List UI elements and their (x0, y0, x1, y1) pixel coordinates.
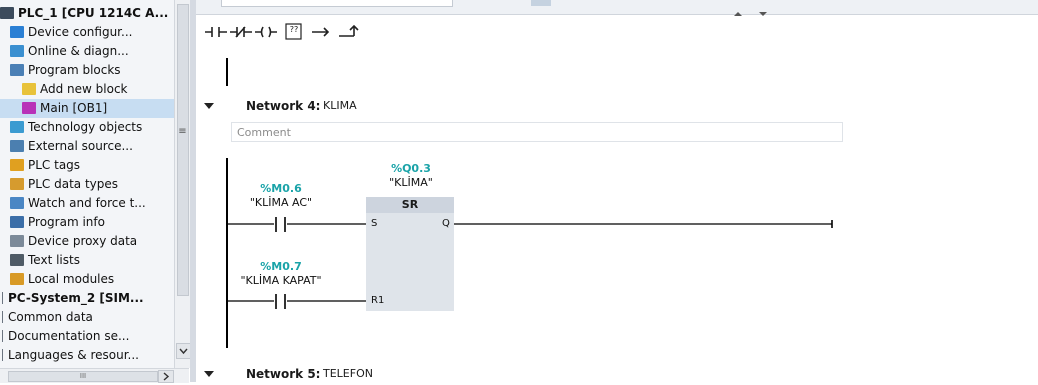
tree-item-label: Documentation se... (8, 329, 130, 343)
tree-item-label: Text lists (28, 253, 80, 267)
project-tree: PLC_1 [CPU 1214C A... Device configur... O… (0, 0, 175, 382)
tree-hscroll-thumb[interactable]: III (8, 371, 158, 382)
tree-item[interactable]: Documentation se... (0, 327, 174, 346)
tree-item-label: Languages & resour... (8, 348, 139, 362)
tree-item[interactable]: Program blocks (0, 61, 174, 80)
tree-item[interactable]: Text lists (0, 251, 174, 270)
device-proxy-icon (10, 234, 24, 247)
tree-item-label: Watch and force t... (28, 196, 146, 210)
tree-item-label: Program blocks (28, 63, 121, 77)
plc-station-icon (0, 6, 14, 19)
ladder-diagram (226, 58, 833, 348)
sr-pin-q: Q (442, 218, 450, 229)
tree-scroll-thumb[interactable] (177, 4, 189, 296)
tree-item-label: Online & diagn... (28, 44, 129, 58)
program-info-icon (10, 215, 24, 228)
tree-item-label: PC-System_2 [SIM... (8, 291, 144, 305)
program-blocks-folder-icon (10, 63, 24, 76)
collapse-arrow-icon[interactable] (204, 371, 214, 377)
tree-item[interactable]: Technology objects (0, 118, 174, 137)
tree-horizontal-scrollbar[interactable]: III (0, 368, 189, 383)
contact1-symbol[interactable]: "KLİMA AC" (236, 196, 326, 209)
tree-item-label: PLC data types (28, 177, 119, 191)
tree-item[interactable]: Online & diagn... (0, 42, 174, 61)
device-config-icon (10, 25, 24, 38)
sr-block-title: SR (366, 197, 454, 213)
sr-symbol[interactable]: "KLİMA" (371, 176, 451, 189)
watch-force-icon (10, 196, 24, 209)
tree-item[interactable]: PC-System_2 [SIM... (0, 289, 174, 308)
hscroll-grip: III (79, 372, 87, 380)
network4-name[interactable]: KLIMA (323, 96, 357, 116)
ladder-editor: ?? Network 4: KLIMA Comment %Q0.3 "KLİMA… (196, 0, 1038, 382)
tree-item-label: Device proxy data (28, 234, 138, 248)
tree-item-label: Common data (8, 310, 93, 324)
add-block-icon (22, 82, 36, 95)
ob-block-icon (22, 101, 36, 114)
scroll-down-button[interactable] (176, 343, 191, 359)
tree-item[interactable]: Device proxy data (0, 232, 174, 251)
tree-item-label: Local modules (28, 272, 115, 286)
local-modules-icon (10, 272, 24, 285)
network5-title: Network 5: (246, 367, 321, 381)
tree-item-label: PLC tags (28, 158, 81, 172)
network4-header[interactable]: Network 4: KLIMA (196, 96, 1038, 116)
tree-item-label: External source... (28, 139, 133, 153)
sr-pin-r1: R1 (371, 295, 385, 306)
tree-item[interactable]: External source... (0, 137, 174, 156)
tree-item[interactable]: Main [OB1] (0, 99, 174, 118)
tree-vertical-scrollbar[interactable]: ≡ (174, 0, 191, 368)
splitter-grip-icon: ≡ (178, 126, 187, 137)
tree-item-label: Device configur... (28, 25, 133, 39)
contact2-symbol[interactable]: "KLİMA KAPAT" (226, 274, 336, 287)
tree-item[interactable]: PLC tags (0, 156, 174, 175)
tree-item-label: PLC_1 [CPU 1214C A... (18, 6, 169, 20)
tree-item[interactable]: Local modules (0, 270, 174, 289)
tree-item[interactable]: PLC data types (0, 175, 174, 194)
tree-branch-icon (2, 329, 3, 342)
network4-title: Network 4: (246, 99, 321, 113)
network5-header[interactable]: Network 5: TELEFON (196, 364, 1038, 384)
sr-pin-s: S (371, 218, 378, 229)
chevron-down-icon (179, 348, 188, 355)
contact1-address[interactable]: %M0.6 (251, 182, 311, 195)
tree-item-label: Program info (28, 215, 105, 229)
tree-item-label: Technology objects (28, 120, 143, 134)
external-source-icon (10, 139, 24, 152)
tree-item[interactable]: PLC_1 [CPU 1214C A... (0, 4, 174, 23)
tree-item-label: Add new block (40, 82, 128, 96)
collapse-arrow-icon[interactable] (204, 103, 214, 109)
plc-tags-icon (10, 158, 24, 171)
network5-name[interactable]: TELEFON (323, 364, 373, 384)
technology-objects-icon (10, 120, 24, 133)
contact1[interactable] (272, 214, 290, 234)
network4-comment-field[interactable]: Comment (231, 122, 843, 142)
tree-item[interactable]: Watch and force t... (0, 194, 174, 213)
tree-branch-icon (2, 348, 3, 361)
sr-block[interactable] (366, 197, 454, 311)
scroll-right-button[interactable] (158, 370, 174, 383)
tree-branch-icon (2, 291, 3, 304)
online-diag-icon (10, 44, 24, 57)
contact2[interactable] (272, 291, 290, 311)
sr-address[interactable]: %Q0.3 (386, 162, 436, 175)
contact2-address[interactable]: %M0.7 (251, 260, 311, 273)
tree-item[interactable]: Device configur... (0, 23, 174, 42)
text-lists-icon (10, 253, 24, 266)
chevron-right-icon (163, 372, 170, 381)
tree-branch-icon (2, 310, 3, 323)
tree-item-label: Main [OB1] (40, 101, 108, 115)
tree-item[interactable]: Program info (0, 213, 174, 232)
tree-item[interactable]: Add new block (0, 80, 174, 99)
tree-item[interactable]: Common data (0, 308, 174, 327)
plc-datatypes-icon (10, 177, 24, 190)
tree-item[interactable]: Languages & resour... (0, 346, 174, 365)
